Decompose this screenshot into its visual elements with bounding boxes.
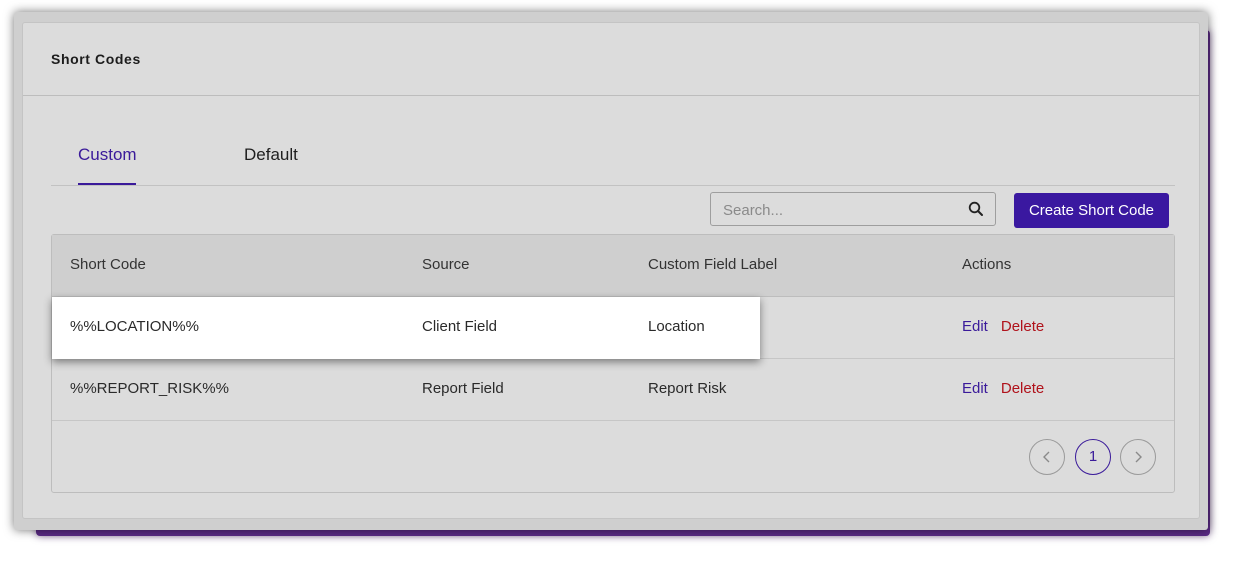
short-codes-card: Short Codes Custom Default Create Short … bbox=[22, 22, 1200, 519]
cell-custom-field-label: Report Risk bbox=[648, 380, 727, 397]
cell-actions: Edit Delete bbox=[962, 380, 1044, 397]
screenshot-stage: Short Codes Custom Default Create Short … bbox=[0, 0, 1252, 571]
chevron-right-icon bbox=[1135, 451, 1142, 463]
tab-bar: Custom Default bbox=[51, 145, 1175, 186]
cell-custom-field-label: Location bbox=[648, 318, 705, 335]
tab-default[interactable]: Default bbox=[244, 145, 304, 185]
card-title: Short Codes bbox=[51, 51, 141, 67]
column-header-custom-field-label: Custom Field Label bbox=[648, 256, 778, 273]
chevron-left-icon bbox=[1043, 451, 1050, 463]
next-page-button[interactable] bbox=[1120, 439, 1156, 475]
column-header-source: Source bbox=[422, 256, 470, 273]
search-box bbox=[710, 192, 996, 226]
cell-short-code: %%LOCATION%% bbox=[70, 318, 199, 335]
cell-source: Report Field bbox=[422, 380, 504, 397]
column-header-actions: Actions bbox=[962, 256, 1012, 273]
tab-custom[interactable]: Custom bbox=[78, 145, 137, 185]
table-header-row: Short Code Source Custom Field Label Act… bbox=[52, 235, 1174, 297]
edit-link[interactable]: Edit bbox=[962, 380, 988, 397]
search-input[interactable] bbox=[721, 199, 965, 221]
edit-link[interactable]: Edit bbox=[962, 318, 988, 335]
short-codes-table: Short Code Source Custom Field Label Act… bbox=[51, 234, 1175, 493]
column-header-short-code: Short Code bbox=[70, 256, 146, 273]
cell-short-code: %%REPORT_RISK%% bbox=[70, 380, 229, 397]
search-icon[interactable] bbox=[967, 200, 985, 218]
prev-page-button[interactable] bbox=[1029, 439, 1065, 475]
cell-source: Client Field bbox=[422, 318, 498, 335]
delete-link[interactable]: Delete bbox=[1001, 380, 1044, 397]
create-short-code-button[interactable]: Create Short Code bbox=[1014, 193, 1169, 228]
card-header: Short Codes bbox=[23, 23, 1199, 96]
page-number-button[interactable]: 1 bbox=[1075, 439, 1111, 475]
table-row: %%REPORT_RISK%% Report Field Report Risk… bbox=[52, 359, 1174, 421]
cell-actions: Edit Delete bbox=[962, 318, 1044, 335]
delete-link[interactable]: Delete bbox=[1001, 318, 1044, 335]
